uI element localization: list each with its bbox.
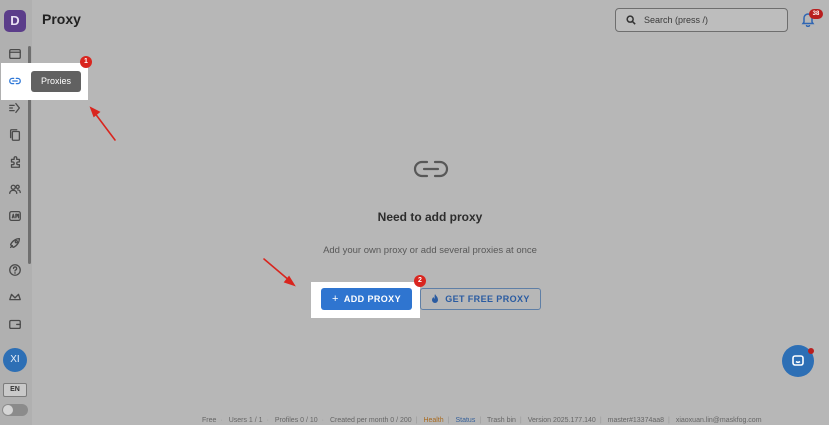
api-icon [9, 210, 21, 222]
flame-icon [432, 294, 439, 303]
browser-window-icon [9, 48, 21, 60]
get-free-proxy-label: GET FREE PROXY [445, 294, 530, 304]
empty-state-description: Add your own proxy or add several proxie… [323, 245, 537, 256]
users-icon [9, 184, 21, 195]
sidebar-item-rocket[interactable] [3, 231, 27, 255]
avatar[interactable]: XI [3, 348, 27, 372]
rocket-icon [9, 237, 21, 249]
notification-count-badge: 38 [809, 9, 823, 19]
link-icon [9, 77, 21, 85]
automation-icon [9, 102, 21, 114]
arrow-head-1 [89, 106, 101, 118]
sidebar-item-wallet[interactable] [3, 312, 27, 336]
get-free-proxy-button[interactable]: GET FREE PROXY [420, 288, 541, 310]
arrow-to-proxies [93, 111, 116, 141]
crown-icon [9, 293, 21, 301]
footer-created: Created per month 0 / 200 [329, 417, 412, 424]
search-icon [626, 15, 636, 25]
footer-email: xiaoxuan.lin@maskfog.com [675, 417, 762, 424]
chat-icon [792, 355, 804, 366]
status-footer: Free · Users 1 / 1 · Profiles 0 / 10 · Crea… [202, 417, 762, 424]
sidebar-item-proxies[interactable] [3, 69, 27, 93]
language-switch[interactable]: EN [3, 383, 27, 397]
proxies-tooltip: Proxies [31, 71, 81, 92]
footer-status-link[interactable]: Status [455, 417, 475, 424]
add-proxy-label: ADD PROXY [343, 294, 401, 304]
footer-build: master#13374aa8 [607, 417, 665, 424]
extension-puzzle-icon [10, 156, 21, 168]
step-badge-2: 2 [414, 275, 426, 287]
arrow-to-add-proxy [263, 258, 291, 282]
sidebar-item-users[interactable] [3, 177, 27, 201]
add-proxy-button[interactable]: + ADD PROXY [321, 288, 412, 310]
link-icon [413, 158, 449, 180]
theme-toggle[interactable] [2, 404, 28, 416]
footer-health-link[interactable]: Health [423, 417, 443, 424]
page-title: Proxy [42, 11, 81, 27]
arrow-head-2 [283, 275, 296, 287]
step-badge-1: 1 [80, 56, 92, 68]
sidebar-item-premium[interactable] [3, 285, 27, 309]
sidebar-item-automation[interactable] [3, 96, 27, 120]
sidebar-item-copy[interactable] [3, 123, 27, 147]
footer-plan: Free [202, 417, 217, 424]
sidebar-item-extensions[interactable] [3, 150, 27, 174]
footer-version: Version 2025.177.140 [527, 417, 596, 424]
app-logo[interactable]: D [4, 10, 26, 32]
empty-state-title: Need to add proxy [377, 210, 483, 224]
footer-profiles: Profiles 0 / 10 [274, 417, 318, 424]
plus-icon: + [332, 293, 339, 305]
help-icon [9, 264, 21, 276]
footer-trash-link[interactable]: Trash bin [487, 417, 516, 424]
sidebar-item-help[interactable] [3, 258, 27, 282]
search-input[interactable] [644, 15, 784, 25]
wallet-icon [9, 319, 21, 330]
sidebar-item-api[interactable] [3, 204, 27, 228]
footer-users: Users 1 / 1 [228, 417, 263, 424]
toggle-knob [3, 405, 13, 415]
chat-unread-dot [808, 348, 814, 354]
search-box[interactable] [615, 8, 788, 32]
copy-icon [9, 129, 21, 141]
